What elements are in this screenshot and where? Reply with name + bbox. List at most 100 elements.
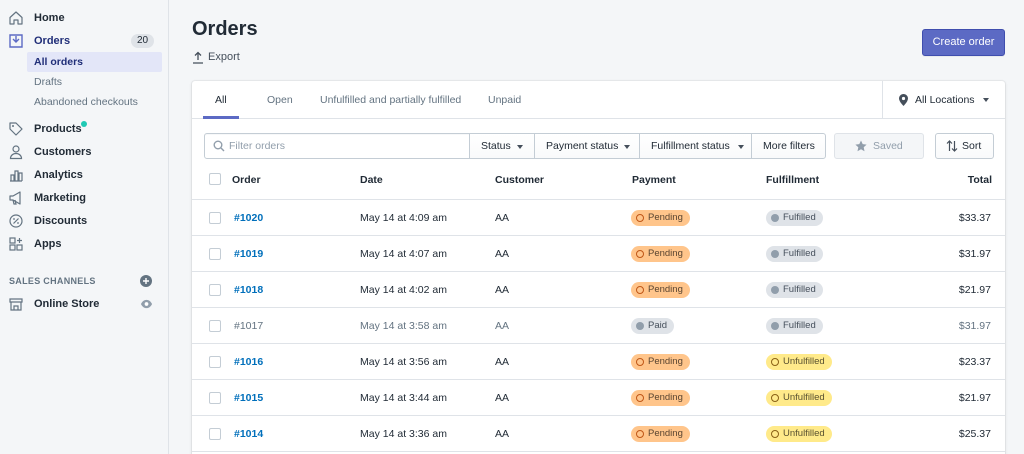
status-dot-icon — [771, 250, 779, 258]
table-row[interactable]: #1014 May 14 at 3:36 am AA Pending Unful… — [192, 416, 1005, 452]
location-pin-icon — [899, 94, 908, 106]
payment-status-badge: Pending — [631, 354, 690, 370]
column-header-date[interactable]: Date — [360, 174, 383, 186]
orders-icon — [9, 34, 23, 48]
payment-status-text: Paid — [648, 320, 668, 331]
row-checkbox[interactable] — [209, 284, 221, 296]
export-label: Export — [208, 51, 240, 63]
fulfillment-status-text: Fulfilled — [783, 284, 816, 295]
location-selector[interactable]: All Locations — [882, 81, 1005, 119]
orders-card: All Open Unfulfilled and partially fulfi… — [192, 81, 1005, 454]
fulfillment-status-filter-button[interactable]: Fulfillment status — [639, 133, 752, 159]
payment-status-filter-label: Payment status — [546, 140, 619, 152]
table-row[interactable]: #1017 May 14 at 3:58 am AA Paid Fulfille… — [192, 308, 1005, 344]
sort-button[interactable]: Sort — [935, 133, 994, 159]
order-total: $21.97 — [958, 392, 991, 404]
status-dot-icon — [636, 322, 644, 330]
tab-unfulfilled-partially-fulfilled[interactable]: Unfulfilled and partially fulfilled — [320, 81, 461, 119]
nav-home[interactable]: Home — [0, 7, 168, 29]
nav-online-store[interactable]: Online Store — [0, 293, 168, 315]
nav-products[interactable]: Products — [0, 118, 168, 140]
nav-analytics[interactable]: Analytics — [0, 164, 168, 186]
person-icon — [9, 145, 23, 160]
filter-orders-input[interactable] — [229, 138, 465, 154]
tab-open[interactable]: Open — [267, 81, 293, 119]
column-header-total[interactable]: Total — [968, 174, 992, 186]
order-customer: AA — [495, 392, 510, 404]
nav-orders[interactable]: Orders 20 — [0, 30, 168, 52]
column-header-customer[interactable]: Customer — [495, 174, 544, 186]
sidebar-item-all-orders[interactable]: All orders — [27, 52, 162, 72]
row-checkbox[interactable] — [209, 320, 221, 332]
nav-marketing[interactable]: Marketing — [0, 187, 168, 209]
saved-search-button[interactable]: Saved — [834, 133, 924, 159]
order-total: $25.37 — [958, 428, 991, 440]
order-date: May 14 at 4:07 am — [360, 248, 447, 260]
order-tabs: All Open Unfulfilled and partially fulfi… — [192, 81, 1005, 119]
bar-chart-icon — [10, 170, 23, 182]
apps-icon — [9, 237, 23, 251]
sort-arrows-icon — [946, 140, 958, 152]
column-header-order[interactable]: Order — [232, 174, 261, 186]
table-row[interactable]: #1018 May 14 at 4:02 am AA Pending Fulfi… — [192, 272, 1005, 308]
sidebar-item-drafts[interactable]: Drafts — [27, 72, 162, 92]
payment-status-badge: Pending — [631, 282, 690, 298]
nav-discounts[interactable]: Discounts — [0, 210, 168, 232]
order-number-link[interactable]: #1017 — [234, 320, 263, 332]
megaphone-icon — [9, 191, 21, 205]
eye-icon[interactable] — [140, 298, 153, 310]
column-header-payment[interactable]: Payment — [632, 174, 676, 186]
payment-status-text: Pending — [648, 428, 683, 439]
table-row[interactable]: #1016 May 14 at 3:56 am AA Pending Unful… — [192, 344, 1005, 380]
row-divider — [192, 451, 1005, 452]
order-customer: AA — [495, 284, 510, 296]
nav-apps[interactable]: Apps — [0, 233, 168, 255]
payment-status-badge: Pending — [631, 210, 690, 226]
nav-customers[interactable]: Customers — [0, 141, 168, 163]
order-number-link[interactable]: #1014 — [234, 428, 263, 440]
table-row[interactable]: #1015 May 14 at 3:44 am AA Pending Unful… — [192, 380, 1005, 416]
fulfillment-status-filter-label: Fulfillment status — [651, 140, 730, 152]
tab-unpaid[interactable]: Unpaid — [488, 81, 521, 119]
location-label: All Locations — [915, 94, 975, 106]
more-filters-label: More filters — [763, 140, 815, 152]
more-filters-button[interactable]: More filters — [751, 133, 826, 159]
create-order-button[interactable]: Create order — [922, 29, 1005, 56]
add-channel-plus-icon[interactable] — [140, 275, 152, 287]
payment-status-text: Pending — [648, 248, 683, 259]
chevron-down-icon — [738, 145, 744, 149]
row-checkbox[interactable] — [209, 356, 221, 368]
table-row[interactable]: #1020 May 14 at 4:09 am AA Pending Fulfi… — [192, 200, 1005, 236]
order-date: May 14 at 4:02 am — [360, 284, 447, 296]
sidebar-item-abandoned-checkouts[interactable]: Abandoned checkouts — [27, 92, 162, 112]
order-number-link[interactable]: #1018 — [234, 284, 263, 296]
select-all-checkbox[interactable] — [209, 173, 221, 185]
fulfillment-status-badge: Unfulfilled — [766, 390, 832, 406]
row-checkbox[interactable] — [209, 248, 221, 260]
sidebar-item-label: Drafts — [34, 76, 63, 88]
nav-discounts-label: Discounts — [34, 215, 88, 227]
order-date: May 14 at 4:09 am — [360, 212, 447, 224]
order-number-link[interactable]: #1019 — [234, 248, 263, 260]
status-ring-icon — [636, 358, 644, 366]
order-customer: AA — [495, 212, 510, 224]
export-button[interactable]: Export — [192, 49, 240, 65]
export-icon — [193, 51, 203, 64]
status-ring-icon — [636, 430, 644, 438]
filter-orders-field[interactable] — [204, 133, 470, 159]
row-checkbox[interactable] — [209, 392, 221, 404]
order-number-link[interactable]: #1015 — [234, 392, 263, 404]
row-checkbox[interactable] — [209, 428, 221, 440]
order-number-link[interactable]: #1020 — [234, 212, 263, 224]
order-date: May 14 at 3:44 am — [360, 392, 447, 404]
fulfillment-status-badge: Unfulfilled — [766, 426, 832, 442]
order-number-link[interactable]: #1016 — [234, 356, 263, 368]
sidebar: Home Orders 20 All orders Drafts Abandon… — [0, 0, 169, 454]
column-header-fulfillment[interactable]: Fulfillment — [766, 174, 819, 186]
row-checkbox[interactable] — [209, 212, 221, 224]
tab-all[interactable]: All — [203, 81, 239, 119]
status-filter-button[interactable]: Status — [469, 133, 535, 159]
table-row[interactable]: #1019 May 14 at 4:07 am AA Pending Fulfi… — [192, 236, 1005, 272]
payment-status-filter-button[interactable]: Payment status — [534, 133, 640, 159]
sidebar-item-label: All orders — [34, 56, 84, 68]
